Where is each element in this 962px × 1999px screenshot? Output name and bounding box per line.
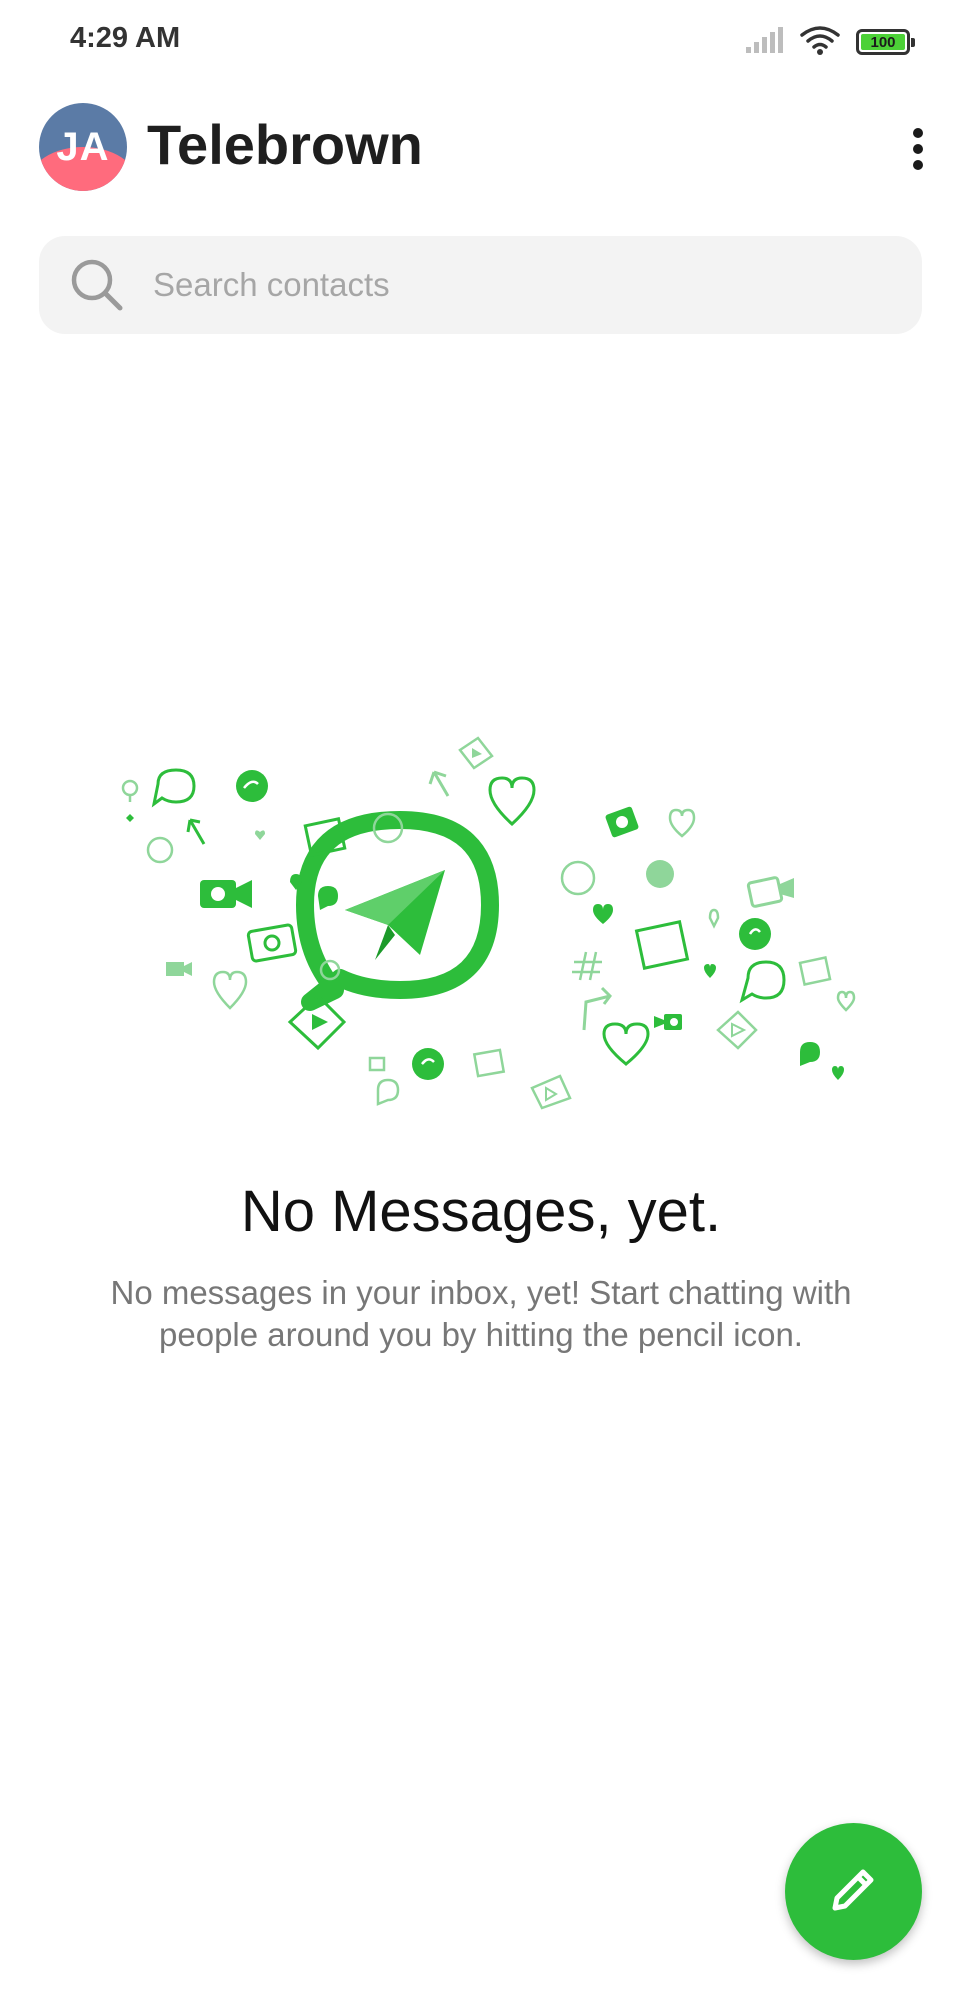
battery-icon: 100 [856,29,915,55]
status-time: 4:29 AM [70,22,181,54]
chat-bubble-icon [296,811,499,1011]
app-header: JA Telebrown [0,84,962,214]
signal-icon [746,26,784,58]
page-title: Telebrown [147,113,423,176]
pencil-icon [827,1862,881,1921]
avatar[interactable]: JA [39,103,127,191]
status-bar: 4:29 AM 100 [0,0,962,84]
status-icons: 100 [746,24,915,60]
battery-level: 100 [861,34,905,51]
search-input[interactable] [151,265,922,305]
menu-dot [913,144,923,154]
more-vertical-icon[interactable] [896,116,940,182]
menu-dot [913,160,923,170]
avatar-initials: JA [56,124,110,169]
compose-button[interactable] [785,1823,922,1960]
search-bar[interactable] [39,236,922,334]
wifi-icon [800,25,840,60]
chat-messages-illustration [110,730,860,1120]
empty-state-description: No messages in your inbox, yet! Start ch… [110,1274,852,1353]
empty-state-title: No Messages, yet. [240,1179,722,1244]
menu-dot [913,128,923,138]
search-icon [69,257,125,313]
